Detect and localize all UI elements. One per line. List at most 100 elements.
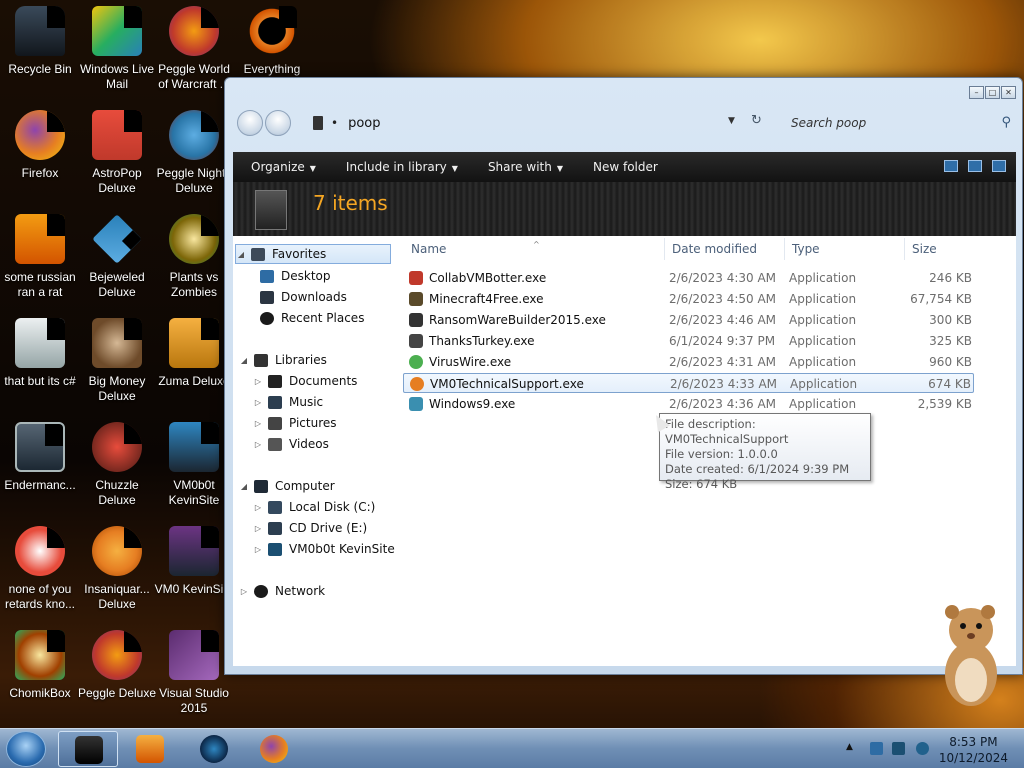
file-row[interactable]: Minecraft4Free.exe 2/6/2023 4:50 AM Appl… xyxy=(403,289,974,309)
column-label: Name xyxy=(411,242,447,256)
volume-icon[interactable] xyxy=(916,742,929,755)
desktop-icon-vm0-kevinsite[interactable]: VM0 KevinSi... xyxy=(154,520,234,616)
nav-pictures[interactable]: ▷ Pictures xyxy=(253,413,337,433)
forward-button[interactable] xyxy=(265,110,291,136)
bejeweled-icon xyxy=(92,214,142,264)
nav-local-disk[interactable]: ▷ Local Disk (C:) xyxy=(253,497,375,517)
new-folder-button[interactable]: New folder xyxy=(593,160,658,174)
nav-computer[interactable]: ◢ Computer xyxy=(239,476,335,496)
tray-app-icon[interactable] xyxy=(870,742,883,755)
include-in-library-button[interactable]: Include in library ▼ xyxy=(346,160,458,174)
desktop-icon-firefox[interactable]: Firefox xyxy=(0,104,80,200)
show-hidden-icons-icon[interactable]: ▲ xyxy=(846,742,853,752)
peggle-nights-icon xyxy=(169,110,219,160)
file-size: 2,539 KB xyxy=(917,397,972,411)
action-center-icon[interactable] xyxy=(892,742,905,755)
nav-label: Network xyxy=(275,584,326,598)
desktop-icon-endermanch[interactable]: Endermanc... xyxy=(0,416,80,512)
desktop-icon-insaniquarium[interactable]: Insaniquar... Deluxe xyxy=(77,520,157,616)
back-button[interactable] xyxy=(237,110,263,136)
close-button[interactable]: ✕ xyxy=(1001,86,1016,99)
documents-icon xyxy=(268,374,282,388)
nav-network[interactable]: ▷ Network xyxy=(239,581,325,601)
change-view-icon[interactable] xyxy=(944,160,958,172)
column-separator[interactable] xyxy=(664,238,665,260)
zuma-icon xyxy=(169,318,219,368)
column-separator[interactable] xyxy=(904,238,905,260)
nav-kevinsite[interactable]: ▷ VM0b0t KevinSite xyxy=(253,539,395,559)
file-size: 674 KB xyxy=(928,377,971,391)
nav-desktop[interactable]: Desktop xyxy=(255,266,331,286)
start-button[interactable] xyxy=(6,731,46,767)
file-date: 2/6/2023 4:30 AM xyxy=(669,271,777,285)
column-header-type[interactable]: Type xyxy=(792,242,820,256)
column-header-date-modified[interactable]: Date modified xyxy=(672,242,757,256)
share-with-button[interactable]: Share with ▼ xyxy=(488,160,563,174)
taskbar-media-player[interactable] xyxy=(120,731,180,767)
desktop-icon-astropop[interactable]: AstroPop Deluxe xyxy=(77,104,157,200)
desktop-icon-big-money[interactable]: Big Money Deluxe xyxy=(77,312,157,408)
desktop-icon-windows-live-mail[interactable]: Windows Live Mail xyxy=(77,0,157,96)
libraries-icon xyxy=(254,353,268,367)
desktop-icon-vm0b0t-kevinsite[interactable]: VM0b0t KevinSite xyxy=(154,416,234,512)
folder-header: 7 items xyxy=(233,182,1016,236)
search-placeholder: Search poop xyxy=(791,116,867,130)
column-separator[interactable] xyxy=(784,238,785,260)
file-list: Name ^ Date modified Type Size CollabVMB… xyxy=(401,236,1016,666)
nav-videos[interactable]: ▷ Videos xyxy=(253,434,329,454)
column-header-name[interactable]: Name ^ xyxy=(411,240,540,256)
desktop-icon-plants-vs-zombies[interactable]: Plants vs Zombies xyxy=(154,208,234,304)
nav-libraries[interactable]: ◢ Libraries xyxy=(239,350,327,370)
nav-label: Recent Places xyxy=(281,311,365,325)
expand-arrow-icon: ▷ xyxy=(254,523,262,533)
address-bar[interactable]: • poop xyxy=(303,111,773,135)
file-size: 300 KB xyxy=(929,313,972,327)
desktop-icon-peggle-nights[interactable]: Peggle Nights Deluxe xyxy=(154,104,234,200)
desktop-icon-peggle-deluxe[interactable]: Peggle Deluxe xyxy=(77,624,157,720)
desktop-icon-bejeweled[interactable]: Bejeweled Deluxe xyxy=(77,208,157,304)
everything-icon xyxy=(247,6,297,56)
file-row[interactable]: CollabVMBotter.exe 2/6/2023 4:30 AM Appl… xyxy=(403,268,974,288)
desktop-icon-that-but-csharp[interactable]: that but its c# xyxy=(0,312,80,408)
help-icon[interactable] xyxy=(992,160,1006,172)
file-row[interactable]: Windows9.exe 2/6/2023 4:36 AM Applicatio… xyxy=(403,394,974,414)
taskbar-firefox[interactable] xyxy=(244,731,304,767)
desktop-icon-chomikbox[interactable]: ChomikBox xyxy=(0,624,80,720)
nav-recent-places[interactable]: Recent Places xyxy=(255,308,364,328)
search-icon[interactable]: ⚲ xyxy=(1001,115,1011,130)
address-dropdown-icon[interactable]: ▼ xyxy=(728,116,735,126)
desktop-icon-chuzzle[interactable]: Chuzzle Deluxe xyxy=(77,416,157,512)
clock[interactable]: 8:53 PM 10/12/2024 xyxy=(939,734,1008,766)
nav-downloads[interactable]: Downloads xyxy=(255,287,347,307)
desktop-icon-label: Endermanc... xyxy=(4,478,76,492)
minimize-button[interactable]: – xyxy=(969,86,984,99)
mail-icon xyxy=(92,6,142,56)
taskbar-explorer[interactable] xyxy=(58,731,118,767)
desktop-icon-zuma[interactable]: Zuma Deluxe xyxy=(154,312,234,408)
file-row[interactable]: ThanksTurkey.exe 6/1/2024 9:37 PM Applic… xyxy=(403,331,974,351)
maximize-button[interactable]: □ xyxy=(985,86,1000,99)
file-row[interactable]: VirusWire.exe 2/6/2023 4:31 AM Applicati… xyxy=(403,352,974,372)
organize-button[interactable]: Organize ▼ xyxy=(251,160,316,174)
desktop-icon-peggle-wow[interactable]: Peggle World of Warcraft ... xyxy=(154,0,234,96)
taskbar-globe-app[interactable] xyxy=(184,731,244,767)
desktop-icon-none-of-you[interactable]: none of you retards kno... xyxy=(0,520,80,616)
desktop-icon-recycle-bin[interactable]: Recycle Bin xyxy=(0,0,80,96)
nav-music[interactable]: ▷ Music xyxy=(253,392,323,412)
folder-icon xyxy=(313,116,323,130)
hamster-image xyxy=(945,605,997,706)
desktop-icon-russian-rat[interactable]: some russian ran a rat xyxy=(0,208,80,304)
file-row-hovered[interactable]: VM0TechnicalSupport.exe 2/6/2023 4:33 AM… xyxy=(403,373,974,393)
file-row[interactable]: RansomWareBuilder2015.exe 2/6/2023 4:46 … xyxy=(403,310,974,330)
preview-pane-icon[interactable] xyxy=(968,160,982,172)
nav-documents[interactable]: ▷ Documents xyxy=(253,371,358,391)
file-date: 6/1/2024 9:37 PM xyxy=(669,334,776,348)
column-header-size[interactable]: Size xyxy=(912,242,937,256)
file-type: Application xyxy=(789,271,857,285)
refresh-icon[interactable]: ↻ xyxy=(751,113,762,128)
nav-favorites[interactable]: ◢ Favorites xyxy=(235,244,391,264)
media-player-icon xyxy=(136,735,164,763)
nav-cd-drive[interactable]: ▷ CD Drive (E:) xyxy=(253,518,367,538)
search-box[interactable]: Search poop ⚲ xyxy=(779,111,1019,135)
desktop-icon-visual-studio[interactable]: Visual Studio 2015 xyxy=(154,624,234,720)
